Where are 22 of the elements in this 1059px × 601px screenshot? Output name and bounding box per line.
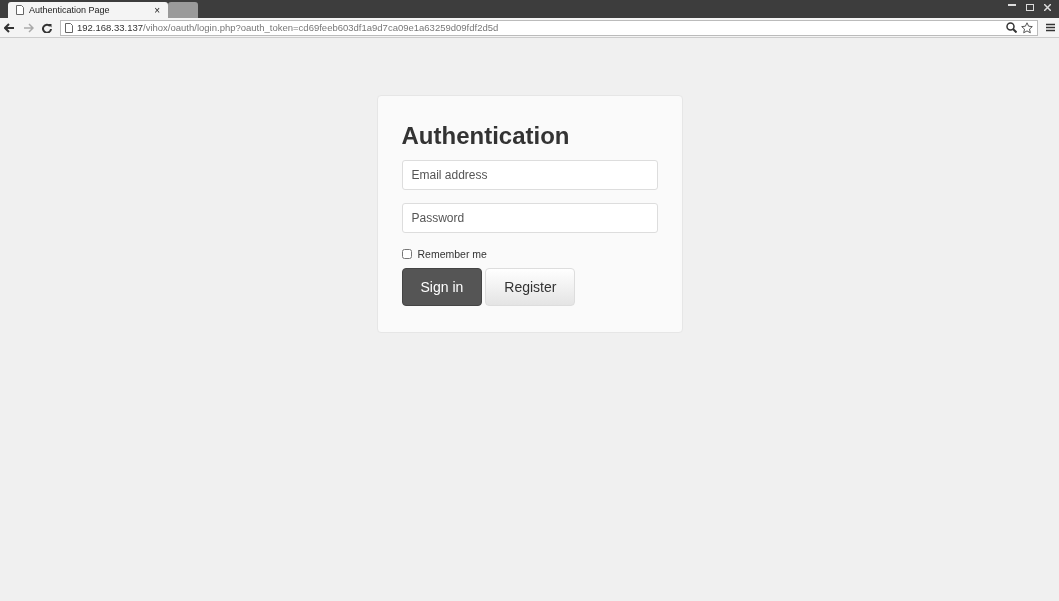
page-icon [16, 5, 24, 15]
reload-icon[interactable] [42, 22, 52, 33]
input-field[interactable]: Email address [401, 160, 658, 190]
menu-icon[interactable] [1046, 23, 1055, 32]
zoom-icon[interactable] [1006, 22, 1017, 33]
browser-tab[interactable]: Authentication Page × [8, 2, 168, 18]
address-bar[interactable]: 192.168.33.137/vihox/oauth/login.php?oauth_token=cd69feeb603df1a9d7ca09e1a63259d09fdf2d5d [60, 19, 1038, 36]
tab-close[interactable]: × [154, 4, 160, 16]
tab-title: Authentication Page [29, 5, 111, 15]
maximize-icon[interactable] [1026, 3, 1034, 11]
minimize-icon[interactable] [1008, 3, 1016, 7]
remember-label: Remember me [417, 248, 487, 260]
back-icon[interactable] [4, 22, 15, 33]
close-icon[interactable] [1044, 3, 1051, 11]
sign-in-button[interactable]: Sign in [401, 268, 483, 306]
input-field[interactable]: Password [401, 203, 658, 233]
form-title: Authentication [401, 122, 571, 150]
url-text: 192.168.33.137/vihox/oauth/login.php?oauth_token=cd69feeb603df1a9d7ca09e1a63259d09fdf2d5d [77, 22, 499, 33]
star-icon[interactable] [1021, 21, 1033, 34]
register-button[interactable]: Register [485, 268, 576, 306]
remember-checkbox[interactable] [401, 249, 412, 259]
page-icon [65, 22, 73, 33]
